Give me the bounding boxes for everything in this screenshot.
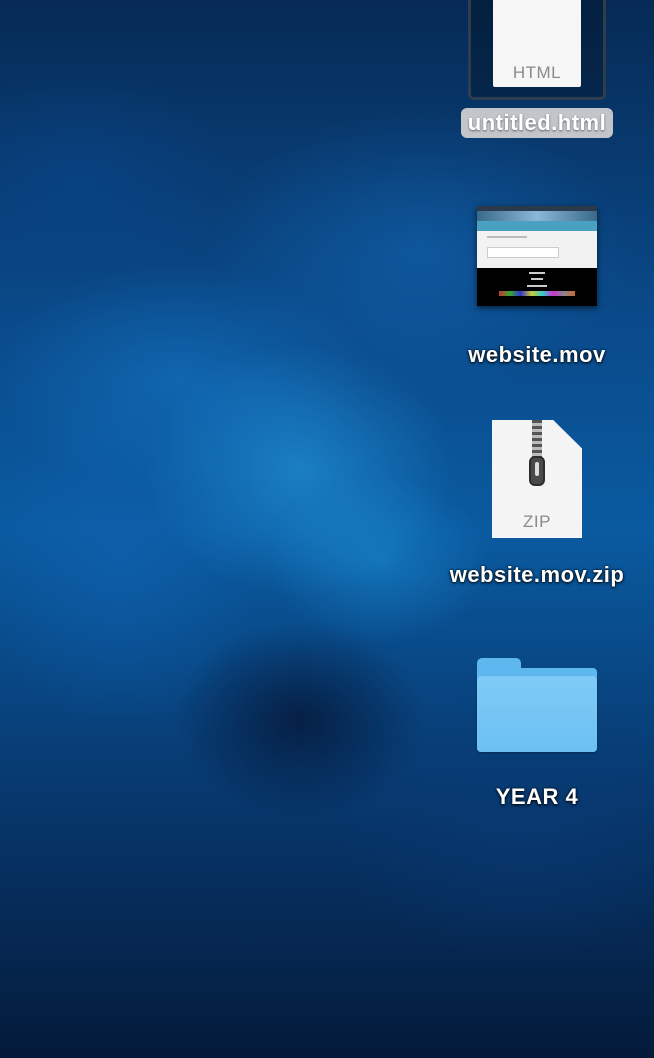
thumb-text bbox=[529, 272, 545, 274]
folder-front bbox=[477, 676, 597, 752]
html-file-icon[interactable]: HTML bbox=[493, 0, 581, 87]
desktop-item-year-4[interactable]: YEAR 4 bbox=[427, 658, 647, 812]
file-type-label: ZIP bbox=[523, 512, 551, 531]
desktop-item-untitled-html[interactable]: HTML untitled.html bbox=[427, 0, 647, 138]
thumb-header bbox=[477, 211, 597, 221]
thumb-dock bbox=[499, 291, 575, 296]
thumb-page bbox=[477, 231, 597, 268]
file-name-label[interactable]: website.mov.zip bbox=[443, 560, 632, 590]
desktop-item-website-mov[interactable]: website.mov bbox=[427, 206, 647, 370]
desktop[interactable]: HTML untitled.html website.mov ZIP websi… bbox=[0, 0, 654, 1058]
desktop-item-website-mov-zip[interactable]: ZIP website.mov.zip bbox=[427, 420, 647, 590]
zip-file-icon[interactable]: ZIP bbox=[492, 420, 582, 538]
file-name-label[interactable]: website.mov bbox=[461, 340, 613, 370]
folder-icon[interactable] bbox=[477, 658, 597, 754]
zipper-pull-icon bbox=[529, 456, 545, 486]
file-name-label[interactable]: untitled.html bbox=[460, 108, 614, 138]
thumb-line bbox=[487, 236, 527, 238]
thumb-text bbox=[531, 278, 543, 280]
thumb-nav bbox=[477, 221, 597, 231]
file-type-label: HTML bbox=[512, 63, 562, 82]
folder-name-label[interactable]: YEAR 4 bbox=[489, 782, 585, 812]
movie-thumbnail-icon[interactable] bbox=[477, 206, 597, 306]
selection-highlight: HTML bbox=[468, 0, 606, 100]
thumb-input bbox=[487, 247, 559, 258]
thumb-text bbox=[527, 285, 547, 287]
